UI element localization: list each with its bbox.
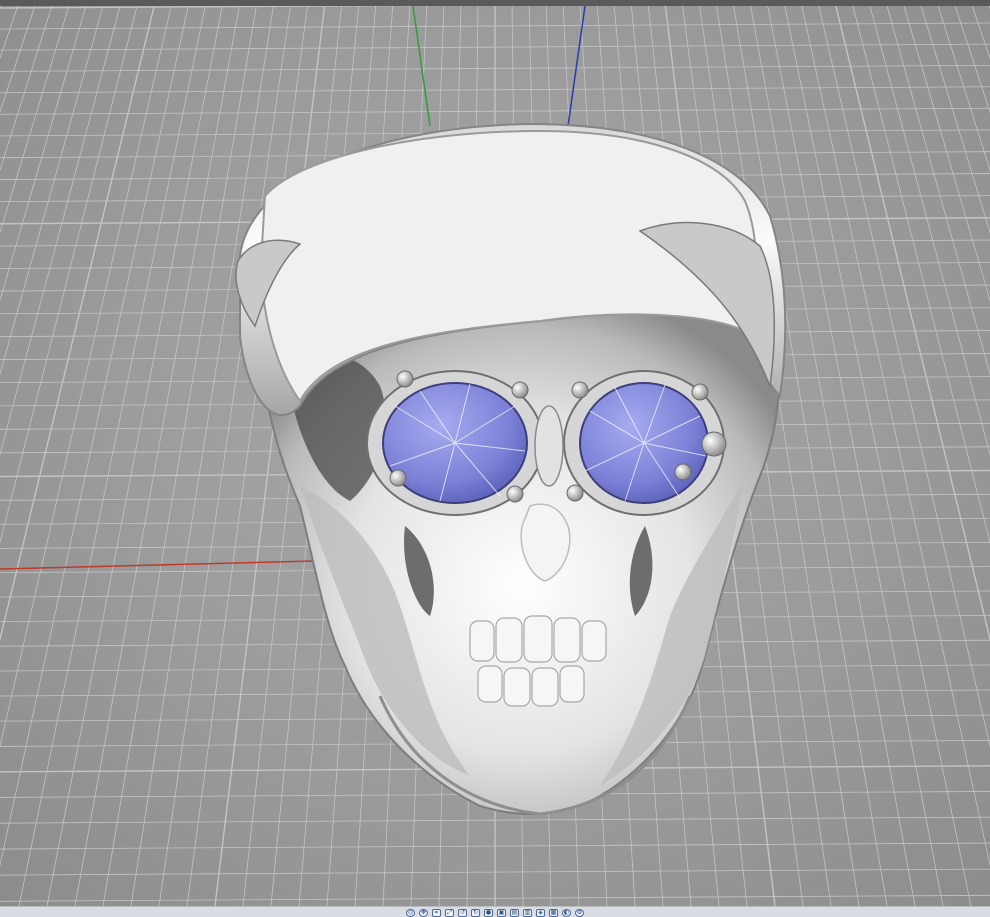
model-layer	[235, 122, 787, 816]
orbit-icon[interactable]: ◎	[406, 908, 415, 917]
top-view-icon[interactable]: ▤	[510, 908, 519, 917]
shaded-view-icon[interactable]: ●	[484, 908, 493, 917]
wireframe-icon[interactable]: ▦	[549, 908, 558, 917]
rotate-left-icon[interactable]: ↺	[458, 908, 467, 917]
view-toolbar: ◎ ✥ ⌗ ⤢ ↺ ↻ ● ▣ ▤ ▥ ◈ ▦ ◐ ⚙	[0, 906, 990, 917]
goggle-bridge	[534, 405, 564, 487]
front-view-icon[interactable]: ▣	[497, 908, 506, 917]
zoom-extents-icon[interactable]: ⤢	[445, 908, 454, 917]
light-icon[interactable]: ◐	[562, 908, 571, 917]
rotate-right-icon[interactable]: ↻	[471, 908, 480, 917]
3d-viewport[interactable]	[0, 6, 990, 906]
cad-application: ◎ ✥ ⌗ ⤢ ↺ ↻ ● ▣ ▤ ▥ ◈ ▦ ◐ ⚙	[0, 0, 990, 917]
side-view-icon[interactable]: ▥	[523, 908, 532, 917]
settings-icon[interactable]: ⚙	[575, 908, 584, 917]
pan-icon[interactable]: ✥	[419, 908, 428, 917]
perspective-icon[interactable]: ◈	[536, 908, 545, 917]
zoom-window-icon[interactable]: ⌗	[432, 908, 441, 917]
